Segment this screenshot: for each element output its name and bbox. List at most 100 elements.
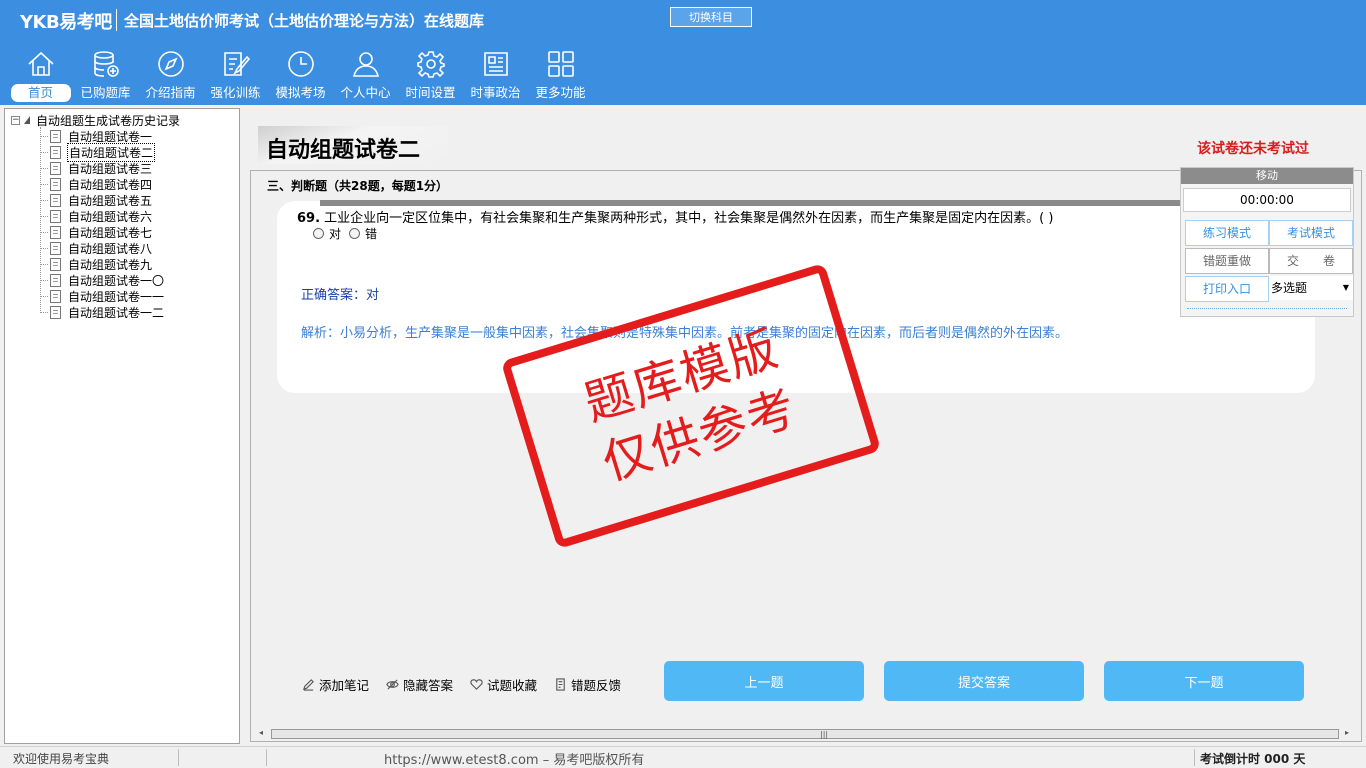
collapse-icon[interactable]: − <box>11 115 20 125</box>
nav-more-label: 更多功能 <box>535 85 586 100</box>
tree-root[interactable]: − 自动组题生成试卷历史记录 <box>11 113 181 128</box>
tree-item-label: 自动组题试卷一一 <box>68 289 165 304</box>
prev-question-button[interactable]: 上一题 <box>664 661 864 701</box>
tree-dash <box>40 215 48 217</box>
favorite-button[interactable]: 试题收藏 <box>469 675 537 694</box>
tree-dash <box>40 231 48 233</box>
document-icon <box>50 161 61 175</box>
tree-dash <box>40 167 48 169</box>
nav-current-affairs[interactable]: 时事政治 <box>463 48 528 104</box>
question-text: 69. 工业企业向一定区位集中，有社会集聚和生产集聚两种形式，其中，社会集聚是偶… <box>297 207 1053 226</box>
status-divider <box>178 749 179 766</box>
exam-mode-button[interactable]: 考试模式 <box>1269 220 1353 246</box>
next-question-button[interactable]: 下一题 <box>1104 661 1304 701</box>
section-title: 三、判断题（共28题，每题1分） <box>267 179 449 193</box>
horizontal-scrollbar[interactable]: ◂ ||| ▸ <box>257 727 1355 741</box>
document-icon <box>50 225 61 239</box>
tree-dash <box>40 279 48 281</box>
panel-footer-line <box>1187 308 1347 309</box>
logo-divider <box>116 9 117 31</box>
feedback-button[interactable]: 错题反馈 <box>553 675 621 694</box>
nav-time-settings[interactable]: 时间设置 <box>398 48 463 104</box>
switch-subject-button[interactable]: 切换科目 <box>670 7 752 27</box>
tree-item[interactable]: 自动组题试卷一二 <box>40 304 165 320</box>
tree-dash <box>40 199 48 201</box>
control-panel: 移动 00:00:00 练习模式 考试模式 错题重做 交 卷 打印入口 多选题 … <box>1180 167 1354 317</box>
option-false[interactable]: 错 <box>349 225 377 242</box>
document-icon <box>50 209 61 223</box>
question-type-select[interactable]: 多选题 ▼ <box>1269 276 1353 300</box>
nav-home[interactable]: 首页 <box>8 48 73 104</box>
document-icon <box>50 289 61 303</box>
scroll-right-icon[interactable]: ▸ <box>1345 728 1349 737</box>
tree-dash <box>40 263 48 265</box>
tree-item[interactable]: 自动组题试卷一〇 <box>40 272 165 288</box>
tree-item[interactable]: 自动组题试卷六 <box>40 208 165 224</box>
tree-item[interactable]: 自动组题试卷一一 <box>40 288 165 304</box>
hide-answer-button[interactable]: 隐藏答案 <box>385 675 453 694</box>
tree-dash <box>40 295 48 297</box>
tree-item[interactable]: 自动组题试卷八 <box>40 240 165 256</box>
nav-training[interactable]: 强化训练 <box>203 48 268 104</box>
tree-item-label: 自动组题试卷八 <box>68 241 153 256</box>
nav-guide[interactable]: 介绍指南 <box>138 48 203 104</box>
tree-item[interactable]: 自动组题试卷三 <box>40 160 165 176</box>
redo-wrong-button[interactable]: 错题重做 <box>1185 248 1269 274</box>
print-button[interactable]: 打印入口 <box>1185 276 1269 302</box>
add-note-label: 添加笔记 <box>319 678 370 693</box>
tree-item[interactable]: 自动组题试卷九 <box>40 256 165 272</box>
heart-icon <box>469 678 483 692</box>
grid-icon <box>545 48 577 80</box>
tree-root-label: 自动组题生成试卷历史记录 <box>36 113 181 128</box>
feedback-icon <box>553 678 567 692</box>
tree-item-selected[interactable]: 自动组题试卷二 <box>40 142 165 162</box>
nav-personal[interactable]: 个人中心 <box>333 48 398 104</box>
nav-mock-exam[interactable]: 模拟考场 <box>268 48 333 104</box>
panel-move-handle[interactable]: 移动 <box>1181 168 1353 184</box>
tree-item-label: 自动组题试卷一〇 <box>68 273 165 288</box>
eye-icon <box>385 678 399 692</box>
question-body: 工业企业向一定区位集中，有社会集聚和生产集聚两种形式，其中，社会集聚是偶然外在因… <box>324 211 1054 226</box>
tree-item-label: 自动组题试卷三 <box>68 161 153 176</box>
status-divider <box>266 749 267 766</box>
header-bar: YKB易考吧 全国土地估价师考试（土地估价理论与方法）在线题库 切换科目 首页 … <box>0 0 1366 105</box>
document-icon <box>50 193 61 207</box>
practice-mode-button[interactable]: 练习模式 <box>1185 220 1269 246</box>
scroll-left-icon[interactable]: ◂ <box>259 728 263 737</box>
option-false-label: 错 <box>365 227 378 241</box>
tree-item-label: 自动组题试卷九 <box>68 257 153 272</box>
grip-icon: ||| <box>820 730 829 739</box>
nav-more[interactable]: 更多功能 <box>528 48 593 104</box>
feedback-label: 错题反馈 <box>571 678 622 693</box>
edit-icon <box>220 48 252 80</box>
add-note-button[interactable]: 添加笔记 <box>301 675 369 694</box>
paper-history-tree[interactable]: − 自动组题生成试卷历史记录 自动组题试卷一 自动组题试卷二 自动组题试卷三 自… <box>4 108 240 744</box>
submit-answer-button[interactable]: 提交答案 <box>884 661 1084 701</box>
tree-item-label: 自动组题试卷五 <box>68 193 153 208</box>
hand-in-button[interactable]: 交 卷 <box>1269 248 1353 274</box>
tree-item-label: 自动组题试卷六 <box>68 209 153 224</box>
question-options: 对 错 <box>313 225 385 242</box>
nav-training-label: 强化训练 <box>210 85 261 100</box>
option-true-label: 对 <box>329 227 342 241</box>
compass-icon <box>155 48 187 80</box>
status-divider <box>1194 749 1195 766</box>
app-title: 全国土地估价师考试（土地估价理论与方法）在线题库 <box>124 12 485 30</box>
tree-item[interactable]: 自动组题试卷四 <box>40 176 165 192</box>
nav-purchased[interactable]: 已购题库 <box>73 48 138 104</box>
radio-true[interactable] <box>313 228 324 239</box>
document-icon <box>50 145 61 159</box>
question-tools: 添加笔记 隐藏答案 试题收藏 错题反馈 <box>301 675 637 694</box>
scrollbar-thumb[interactable]: ||| <box>271 729 1339 739</box>
option-true[interactable]: 对 <box>313 225 341 242</box>
tree-item[interactable]: 自动组题试卷五 <box>40 192 165 208</box>
database-icon <box>90 48 122 80</box>
document-icon <box>50 305 61 319</box>
tree-item[interactable]: 自动组题试卷七 <box>40 224 165 240</box>
radio-false[interactable] <box>349 228 361 239</box>
home-icon <box>25 48 57 80</box>
nav-time-settings-label: 时间设置 <box>405 85 456 100</box>
tree-dash <box>40 311 48 313</box>
paper-title: 自动组题试卷二 <box>266 137 421 163</box>
tree-dash <box>40 247 48 249</box>
